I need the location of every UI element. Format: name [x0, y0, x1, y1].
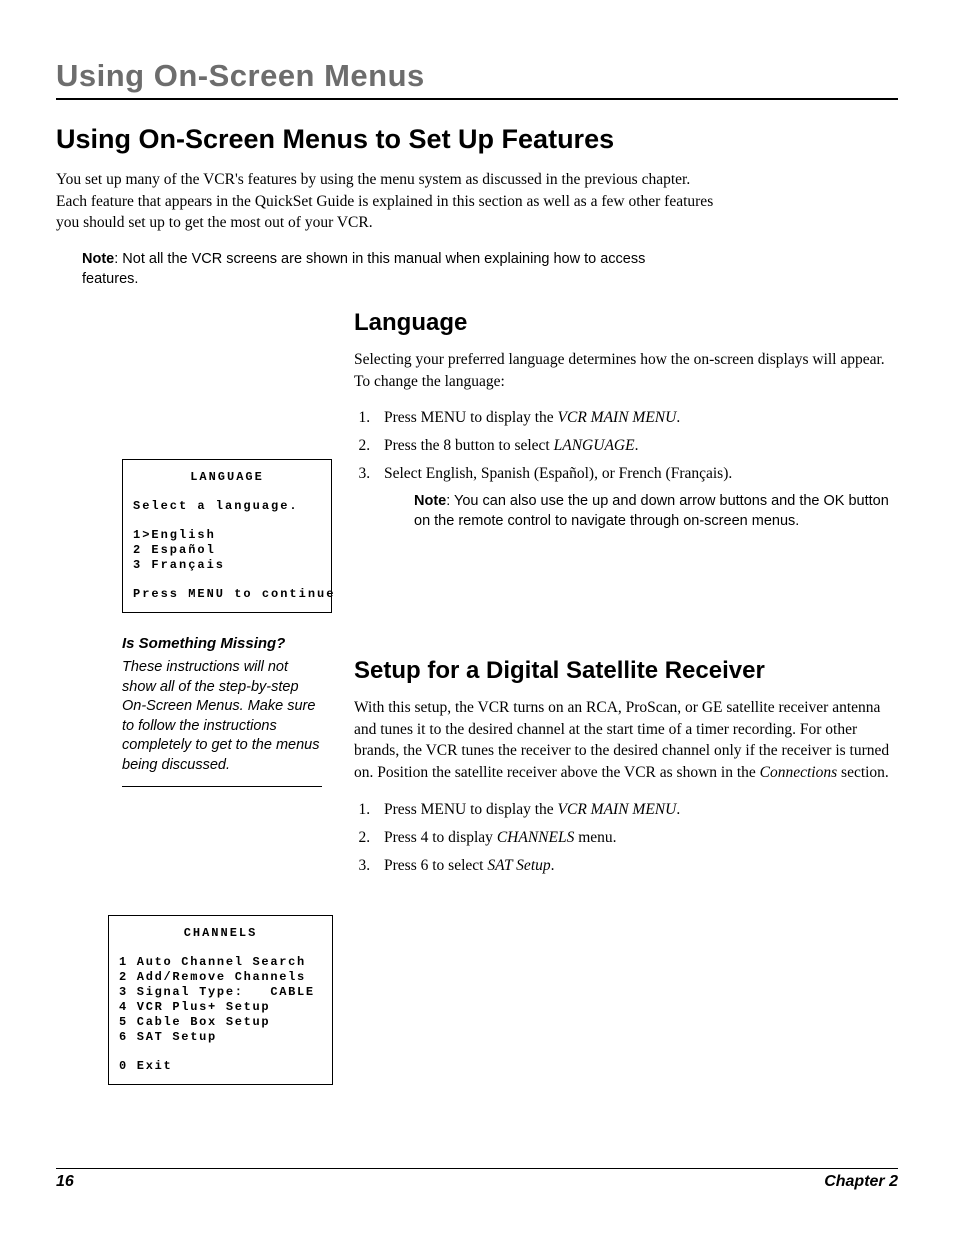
language-steps: Press MENU to display the VCR MAIN MENU.… — [354, 406, 898, 531]
language-heading: Language — [354, 309, 898, 337]
osd-line-3: 3 Signal Type: CABLE — [119, 985, 322, 1000]
sidebar-heading: Is Something Missing? — [122, 635, 324, 652]
osd-exit: 0 Exit — [119, 1059, 322, 1074]
step-1: Press MENU to display the VCR MAIN MENU. — [374, 406, 898, 430]
osd-line-2: 2 Add/Remove Channels — [119, 970, 322, 985]
note-label: Note — [414, 493, 446, 509]
osd-option-1: 1>English — [133, 528, 321, 543]
step-em: CHANNELS — [497, 829, 575, 846]
step-text: Press 6 to select — [384, 857, 487, 874]
para-tail: section. — [837, 764, 889, 781]
osd-language-screen: LANGUAGE Select a language. 1>English 2 … — [122, 459, 332, 613]
osd-title: CHANNELS — [119, 926, 322, 941]
sidebar-paragraph: These instructions will not show all of … — [122, 658, 322, 775]
satellite-heading: Setup for a Digital Satellite Receiver — [354, 657, 898, 685]
step-3: Press 6 to select SAT Setup. — [374, 854, 898, 878]
step-tail: menu. — [574, 829, 616, 846]
satellite-steps: Press MENU to display the VCR MAIN MENU.… — [354, 798, 898, 878]
header-rule — [56, 98, 898, 100]
step-em: VCR MAIN MENU — [558, 801, 677, 818]
page-number: 16 — [56, 1173, 74, 1191]
step-text: Press 4 to display — [384, 829, 497, 846]
osd-option-2: 2 Español — [133, 543, 321, 558]
step-em: VCR MAIN MENU — [558, 409, 677, 426]
note-text: : Not all the VCR screens are shown in t… — [82, 251, 645, 287]
osd-line-6: 6 SAT Setup — [119, 1030, 322, 1045]
step-3: Select English, Spanish (Español), or Fr… — [374, 462, 898, 531]
step-2: Press 4 to display CHANNELS menu. — [374, 826, 898, 850]
intro-paragraph: You set up many of the VCR's features by… — [56, 169, 716, 234]
top-note: Note: Not all the VCR screens are shown … — [82, 250, 682, 289]
para-em: Connections — [760, 764, 838, 781]
step-tail: . — [676, 409, 680, 426]
osd-line-4: 4 VCR Plus+ Setup — [119, 1000, 322, 1015]
step-text: Press MENU to display the — [384, 801, 558, 818]
step-text: Press the 8 button to select — [384, 437, 554, 454]
osd-line-5: 5 Cable Box Setup — [119, 1015, 322, 1030]
running-header: Using On-Screen Menus — [56, 58, 898, 94]
page-title: Using On-Screen Menus to Set Up Features — [56, 124, 898, 155]
step-tail: . — [635, 437, 639, 454]
language-note: Note: You can also use the up and down a… — [414, 492, 898, 531]
sidebar-rule — [122, 786, 322, 787]
chapter-label: Chapter 2 — [824, 1173, 898, 1191]
osd-line: Select a language. — [133, 499, 321, 514]
note-label: Note — [82, 251, 114, 267]
osd-option-3: 3 Français — [133, 558, 321, 573]
osd-title: LANGUAGE — [133, 470, 321, 485]
osd-line-1: 1 Auto Channel Search — [119, 955, 322, 970]
osd-footer: Press MENU to continue — [133, 587, 321, 602]
satellite-intro: With this setup, the VCR turns on an RCA… — [354, 697, 898, 784]
note-text: : You can also use the up and down arrow… — [414, 493, 889, 529]
step-tail: . — [676, 801, 680, 818]
step-tail: . — [551, 857, 555, 874]
step-text: Press MENU to display the — [384, 409, 558, 426]
step-em: LANGUAGE — [554, 437, 635, 454]
step-2: Press the 8 button to select LANGUAGE. — [374, 434, 898, 458]
language-intro: Selecting your preferred language determ… — [354, 349, 898, 392]
page-footer: 16 Chapter 2 — [56, 1168, 898, 1191]
step-1: Press MENU to display the VCR MAIN MENU. — [374, 798, 898, 822]
osd-channels-screen: CHANNELS 1 Auto Channel Search 2 Add/Rem… — [108, 915, 333, 1085]
step-em: SAT Setup — [487, 857, 550, 874]
step-text: Select English, Spanish (Español), or Fr… — [384, 465, 732, 482]
